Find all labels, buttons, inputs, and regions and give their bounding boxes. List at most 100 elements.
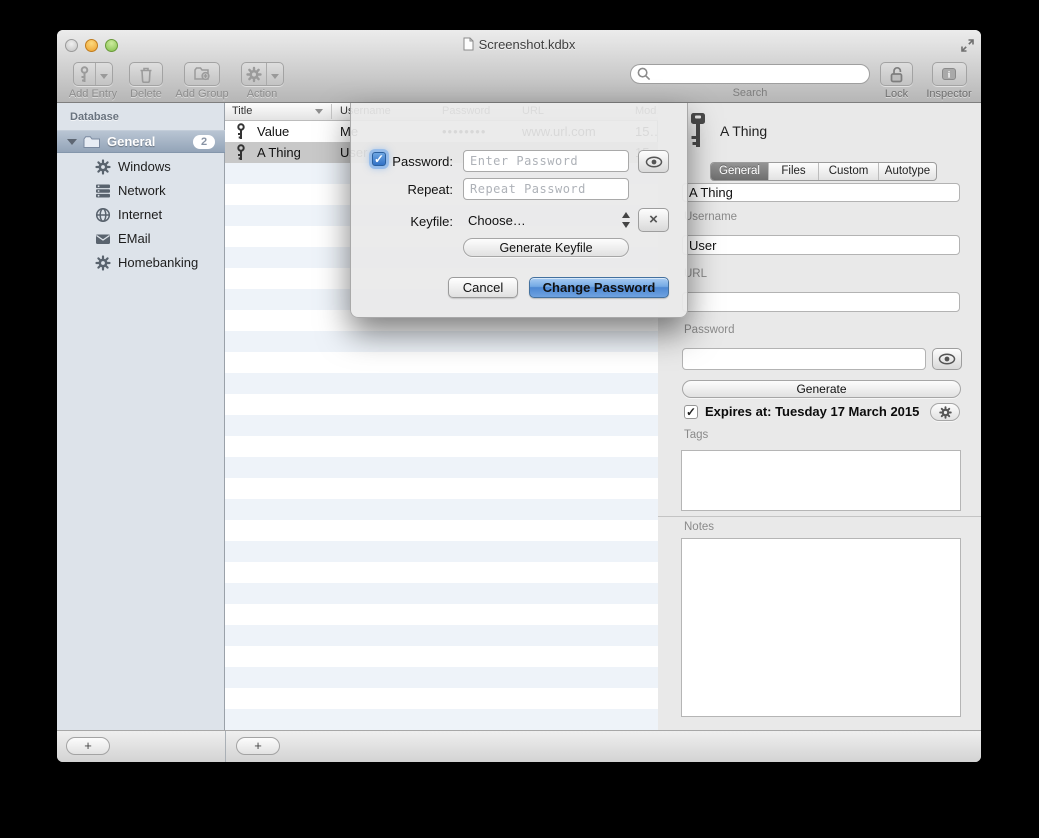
expires-label: Expires at: Tuesday 17 March 2015	[705, 404, 919, 419]
fullscreen-icon[interactable]	[960, 38, 975, 53]
key-icon	[235, 144, 247, 161]
keyfile-stepper[interactable]	[622, 212, 631, 228]
eye-icon	[938, 353, 956, 365]
cancel-button[interactable]: Cancel	[448, 277, 518, 298]
toolbar: Add Entry Delete	[57, 60, 981, 103]
inspector-label: Inspector	[921, 88, 977, 100]
desktop-background: Screenshot.kdbx Add Entry	[0, 0, 1039, 838]
generate-keyfile-button[interactable]: Generate Keyfile	[463, 238, 629, 257]
key-icon	[235, 123, 247, 140]
entry-title: A Thing	[257, 145, 301, 160]
lock-label: Lock	[880, 88, 913, 100]
sidebar-item-label: Network	[118, 183, 166, 198]
sidebar-item-network[interactable]: Network	[57, 179, 225, 203]
add-group-footer-button[interactable]: +	[66, 737, 110, 755]
server-icon	[95, 183, 111, 199]
column-divider[interactable]	[331, 104, 332, 119]
sidebar-item-email[interactable]: EMail	[57, 227, 225, 251]
add-entry-label: Add Entry	[66, 88, 120, 100]
expires-settings-button[interactable]	[930, 403, 960, 421]
username-label: Username	[684, 211, 737, 223]
action-button[interactable]	[241, 62, 284, 86]
inspector-panel: A Thing General Files Custom Autotype Us…	[658, 103, 981, 730]
generate-keyfile-label: Generate Keyfile	[499, 241, 592, 255]
sheet-keyfile-label: Keyfile:	[371, 214, 453, 229]
window-title: Screenshot.kdbx	[479, 37, 576, 52]
delete-label: Delete	[123, 88, 169, 100]
footer-divider	[225, 731, 226, 762]
cancel-label: Cancel	[463, 280, 503, 295]
sidebar-item-label: Windows	[118, 159, 171, 174]
globe-icon	[95, 207, 111, 223]
expires-checkbox[interactable]: ✓	[684, 405, 698, 419]
plus-icon: +	[254, 738, 262, 753]
sidebar-item-internet[interactable]: Internet	[57, 203, 225, 227]
username-field[interactable]	[682, 235, 960, 255]
delete-button[interactable]	[129, 62, 163, 86]
sidebar: Database General 2 Windows Network	[57, 103, 225, 730]
chevron-up-icon	[622, 212, 630, 218]
tags-label: Tags	[684, 429, 708, 441]
add-group-label: Add Group	[171, 88, 233, 100]
chevron-down-icon	[271, 74, 279, 79]
document-icon	[463, 37, 474, 51]
sidebar-group-label: General	[107, 134, 155, 149]
key-icon	[74, 63, 95, 85]
change-password-button[interactable]: Change Password	[529, 277, 669, 298]
gear-icon	[95, 255, 111, 271]
sidebar-item-label: EMail	[118, 231, 151, 246]
sidebar-section-header: Database	[70, 111, 119, 123]
action-dropdown[interactable]	[266, 63, 283, 85]
sheet-password-label: Password:	[371, 154, 453, 169]
generate-label: Generate	[796, 382, 846, 396]
add-entry-footer-button[interactable]: +	[236, 737, 280, 755]
chevron-down-icon	[622, 222, 630, 228]
inspector-tabs: General Files Custom Autotype	[710, 162, 937, 181]
reveal-password-button[interactable]	[932, 348, 962, 370]
url-field[interactable]	[682, 292, 960, 312]
generate-password-button[interactable]: Generate	[682, 380, 961, 398]
plus-icon: +	[84, 738, 92, 753]
sidebar-group-general[interactable]: General 2	[57, 130, 225, 153]
tab-files[interactable]: Files	[768, 163, 818, 180]
tab-custom[interactable]: Custom	[818, 163, 878, 180]
add-entry-dropdown[interactable]	[95, 63, 112, 85]
eye-icon	[645, 156, 663, 168]
sidebar-item-label: Internet	[118, 207, 162, 222]
folder-plus-icon	[190, 63, 215, 85]
tab-general[interactable]: General	[711, 163, 768, 180]
sheet-repeat-label: Repeat:	[371, 182, 453, 197]
add-group-button[interactable]	[184, 62, 220, 86]
gear-icon	[939, 406, 952, 419]
tab-autotype[interactable]: Autotype	[878, 163, 936, 180]
info-icon: i	[937, 63, 961, 85]
tags-field[interactable]	[681, 450, 961, 511]
sheet-repeat-input[interactable]	[463, 178, 629, 200]
column-header-title[interactable]: Title	[232, 105, 252, 117]
inspector-button[interactable]: i	[932, 62, 967, 86]
sheet-password-input[interactable]	[463, 150, 629, 172]
search-icon	[637, 67, 651, 81]
sidebar-item-windows[interactable]: Windows	[57, 155, 225, 179]
search-input[interactable]	[630, 64, 870, 84]
password-field[interactable]	[682, 348, 926, 370]
title-field[interactable]	[682, 183, 960, 202]
keyfile-popup[interactable]: Choose…	[468, 213, 526, 228]
title-bar[interactable]: Screenshot.kdbx	[57, 37, 981, 52]
key-icon	[686, 112, 710, 149]
clear-keyfile-button[interactable]: ×	[638, 208, 669, 232]
notes-field[interactable]	[681, 538, 961, 717]
entry-title: Value	[257, 124, 289, 139]
app-window: Screenshot.kdbx Add Entry	[57, 30, 981, 762]
change-password-label: Change Password	[543, 280, 656, 295]
add-entry-button[interactable]	[73, 62, 113, 86]
lock-button[interactable]	[880, 62, 913, 86]
sheet-reveal-password-button[interactable]	[638, 150, 669, 173]
sidebar-item-homebanking[interactable]: Homebanking	[57, 251, 225, 275]
trash-icon	[135, 63, 157, 85]
change-password-sheet: ✓ Password: Repeat: Keyfile: Choose… × G…	[350, 103, 688, 318]
disclosure-triangle-icon[interactable]	[67, 139, 77, 145]
notes-label: Notes	[684, 521, 714, 533]
group-count-badge: 2	[193, 135, 215, 149]
gear-icon	[95, 159, 111, 175]
